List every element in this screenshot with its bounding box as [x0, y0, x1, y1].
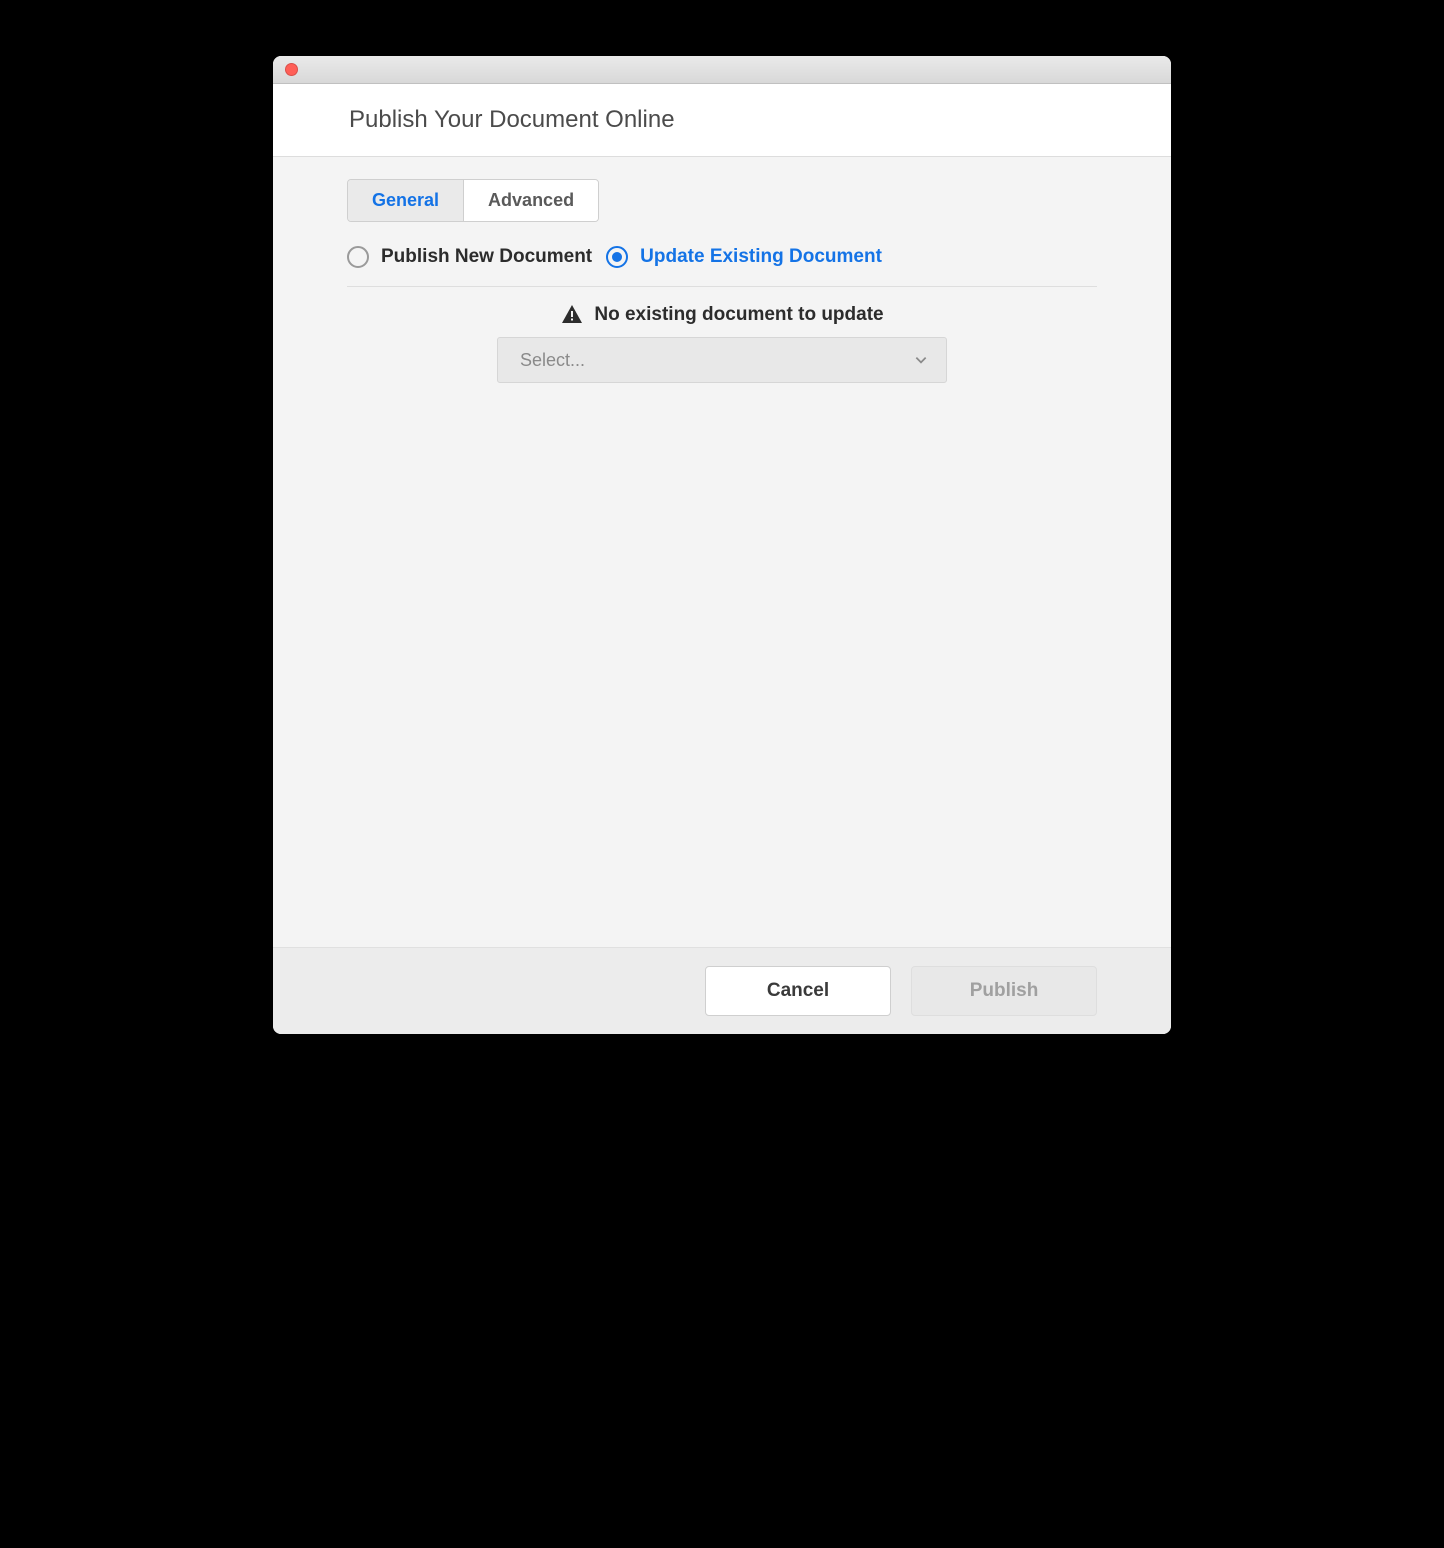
- radio-publish-new[interactable]: Publish New Document: [347, 246, 592, 268]
- radio-label: Update Existing Document: [640, 246, 882, 268]
- document-select[interactable]: Select...: [497, 337, 947, 383]
- tab-general[interactable]: General: [348, 180, 463, 221]
- radio-unchecked-icon: [347, 246, 369, 268]
- titlebar: [273, 56, 1171, 84]
- select-placeholder: Select...: [520, 350, 585, 371]
- warning-text: No existing document to update: [594, 304, 883, 326]
- tab-group: General Advanced: [347, 179, 599, 222]
- publish-mode-radio-group: Publish New Document Update Existing Doc…: [347, 222, 1097, 287]
- radio-update-existing[interactable]: Update Existing Document: [606, 246, 882, 268]
- dialog-body: General Advanced Publish New Document Up…: [273, 157, 1171, 947]
- publish-button[interactable]: Publish: [911, 966, 1097, 1016]
- radio-label: Publish New Document: [381, 246, 592, 268]
- tab-advanced[interactable]: Advanced: [463, 180, 598, 221]
- select-wrap: Select...: [347, 337, 1097, 383]
- publish-dialog: Publish Your Document Online General Adv…: [273, 56, 1171, 1034]
- cancel-button[interactable]: Cancel: [705, 966, 891, 1016]
- radio-dot: [612, 252, 622, 262]
- dialog-header: Publish Your Document Online: [273, 84, 1171, 157]
- warning-message: No existing document to update: [347, 287, 1097, 337]
- close-window-button[interactable]: [285, 63, 298, 76]
- radio-checked-icon: [606, 246, 628, 268]
- dialog-title: Publish Your Document Online: [349, 106, 1171, 134]
- warning-icon: [560, 303, 584, 327]
- dialog-footer: Cancel Publish: [273, 947, 1171, 1034]
- chevron-down-icon: [914, 353, 928, 367]
